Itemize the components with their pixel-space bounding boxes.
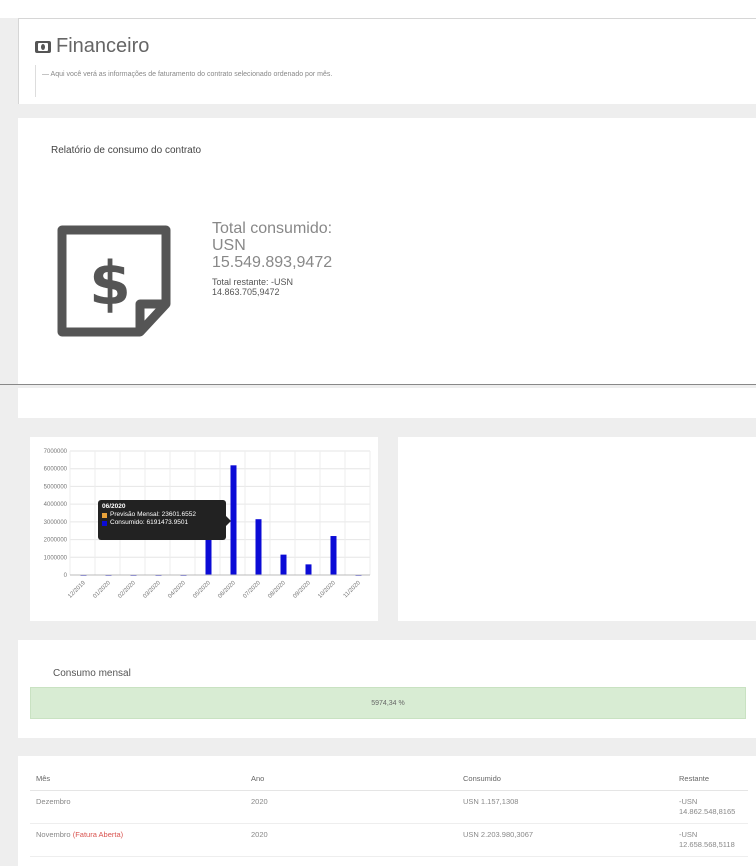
bar-consumed (255, 519, 262, 575)
total-remaining-label: Total restante: -USN (212, 277, 294, 287)
remaining-currency: -USN (679, 796, 698, 806)
tooltip-consumed: Consumido: 6191473.9501 (110, 519, 189, 526)
total-consumed-value: 15.549.893,9472 (212, 254, 333, 271)
page-subtitle: — Aqui você verá as informações de fatur… (35, 65, 725, 97)
month-text: Novembro (36, 829, 71, 839)
y-tick-label: 4000000 (44, 502, 68, 508)
cell-consumed: USN 2.203.980,3067 (457, 823, 673, 857)
bar-consumed (305, 564, 312, 575)
y-tick-label: 2000000 (44, 538, 68, 544)
y-tick-label: 6000000 (44, 467, 68, 473)
consumption-percent: 5974,34 % (371, 699, 405, 707)
section-divider (0, 384, 756, 385)
bar-consumed (330, 536, 337, 575)
y-tick-label: 5000000 (44, 484, 68, 490)
bar-consumed (230, 465, 237, 575)
header-consumed: Consumido (457, 766, 673, 791)
y-tick-label: 0 (64, 573, 68, 579)
remaining-currency: -USN (679, 829, 698, 839)
total-consumed-currency: USN (212, 237, 246, 254)
x-tick-label: 07/2020 (242, 580, 262, 600)
consumption-progress-fill: 5974,34 % (30, 687, 746, 719)
header-month: Mês (30, 766, 245, 791)
chart-tooltip: 06/2020 Previsão Mensal: 23601.6552 Cons… (98, 500, 231, 540)
header-remaining: Restante (673, 766, 748, 791)
cell-remaining: -USN 14.862.548,8165 (673, 790, 748, 824)
table-row[interactable]: Dezembro 2020 USN 1.157,1308 -USN 14.862… (30, 790, 748, 824)
cell-month: Novembro (Fatura Aberta) (30, 823, 245, 857)
tooltip-forecast: Previsão Mensal: 23601.6552 (110, 511, 197, 518)
remaining-value: 14.862.548,8165 (679, 806, 736, 816)
dollar-bill-icon: $ (57, 225, 171, 337)
top-frame (0, 0, 756, 18)
x-tick-label: 08/2020 (267, 580, 287, 600)
page-title: Financeiro (56, 35, 150, 57)
x-tick-label: 11/2020 (343, 580, 363, 600)
svg-text:$: $ (89, 249, 131, 319)
x-tick-label: 09/2020 (292, 580, 312, 600)
remaining-value: 12.658.568,5118 (679, 839, 735, 849)
cell-year: 2020 (245, 823, 457, 857)
cell-month: Dezembro (30, 790, 245, 824)
table-header-row: Mês Ano Consumido Restante (30, 766, 748, 791)
tooltip-row-consumed: Consumido: 6191473.9501 (102, 519, 222, 527)
consumption-progress-track: 5974,34 % (30, 687, 746, 719)
total-consumed-label: Total consumido: (212, 220, 333, 237)
bar-consumed (280, 554, 287, 575)
billing-table: Mês Ano Consumido Restante Dezembro 2020… (30, 766, 748, 857)
page-header: Financeiro — Aqui você verá as informaçõ… (18, 18, 756, 104)
consumption-report-card: Relatório de consumo do contrato $ Total… (18, 118, 756, 384)
money-icon (35, 40, 51, 53)
billing-table-card: Mês Ano Consumido Restante Dezembro 2020… (18, 756, 756, 866)
x-tick-label: 04/2020 (167, 580, 187, 600)
x-tick-label: 10/2020 (317, 580, 337, 600)
month-text: Dezembro (36, 796, 71, 806)
totals-block: Total consumido: USN 15.549.893,9472 Tot… (212, 220, 332, 297)
report-title: Relatório de consumo do contrato (51, 145, 202, 156)
cell-remaining: -USN 12.658.568,5118 (673, 823, 748, 857)
header-year: Ano (245, 766, 457, 791)
y-tick-label: 7000000 (44, 449, 68, 455)
consumed-swatch (102, 520, 107, 526)
tooltip-row-forecast: Previsão Mensal: 23601.6552 (102, 511, 222, 519)
x-tick-label: 06/2020 (217, 580, 237, 600)
blank-panel (398, 437, 756, 621)
forecast-swatch (102, 512, 107, 518)
y-tick-label: 1000000 (44, 555, 68, 561)
consumption-title: Consumo mensal (53, 668, 131, 679)
tooltip-title: 06/2020 (102, 503, 126, 510)
open-invoice-badge[interactable]: (Fatura Aberta) (73, 830, 123, 839)
x-tick-label: 01/2020 (92, 580, 112, 600)
monthly-consumption-card: Consumo mensal 5974,34 % (18, 640, 756, 738)
x-tick-label: 12/2019 (67, 580, 87, 600)
monthly-chart-card: 0 1000000 2000000 3000000 4000000 5000000 6000… (30, 437, 378, 621)
x-tick-label: 03/2020 (142, 580, 162, 600)
page-title-group: Financeiro (35, 35, 149, 58)
table-row[interactable]: Novembro (Fatura Aberta) 2020 USN 2.203.… (30, 823, 748, 857)
total-remaining-value: 14.863.705,9472 (212, 287, 280, 297)
x-tick-label: 05/2020 (192, 580, 212, 600)
y-tick-label: 3000000 (44, 520, 68, 526)
x-tick-label: 02/2020 (117, 580, 137, 600)
cell-year: 2020 (245, 790, 457, 824)
empty-strip (18, 388, 756, 418)
cell-consumed: USN 1.157,1308 (457, 790, 673, 824)
